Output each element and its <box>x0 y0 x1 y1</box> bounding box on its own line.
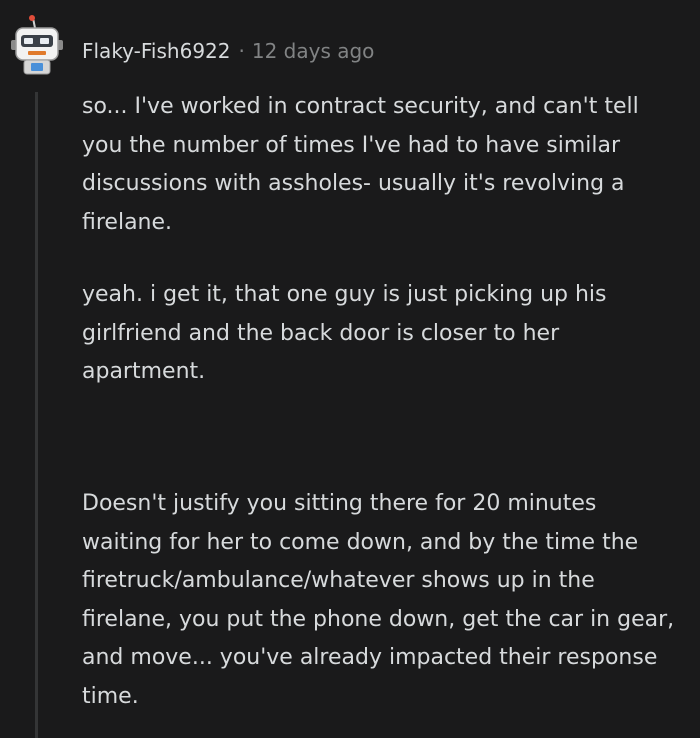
username-link[interactable]: Flaky-Fish6922 <box>82 39 231 63</box>
comment-paragraph: yeah. i get it, that one guy is just pic… <box>82 282 607 384</box>
comment-paragraph: so... I've worked in contract security, … <box>82 94 639 235</box>
comment-header: Flaky-Fish6922 · 12 days ago <box>82 36 374 66</box>
separator-dot: · <box>238 39 245 63</box>
robot-avatar-icon[interactable] <box>9 14 65 76</box>
timestamp[interactable]: 12 days ago <box>252 39 375 63</box>
thread-collapse-line[interactable] <box>35 92 38 738</box>
comment: Flaky-Fish6922 · 12 days ago so... I've wo… <box>0 0 700 738</box>
comment-paragraph: Doesn't justify you sitting there for 20… <box>82 491 675 709</box>
